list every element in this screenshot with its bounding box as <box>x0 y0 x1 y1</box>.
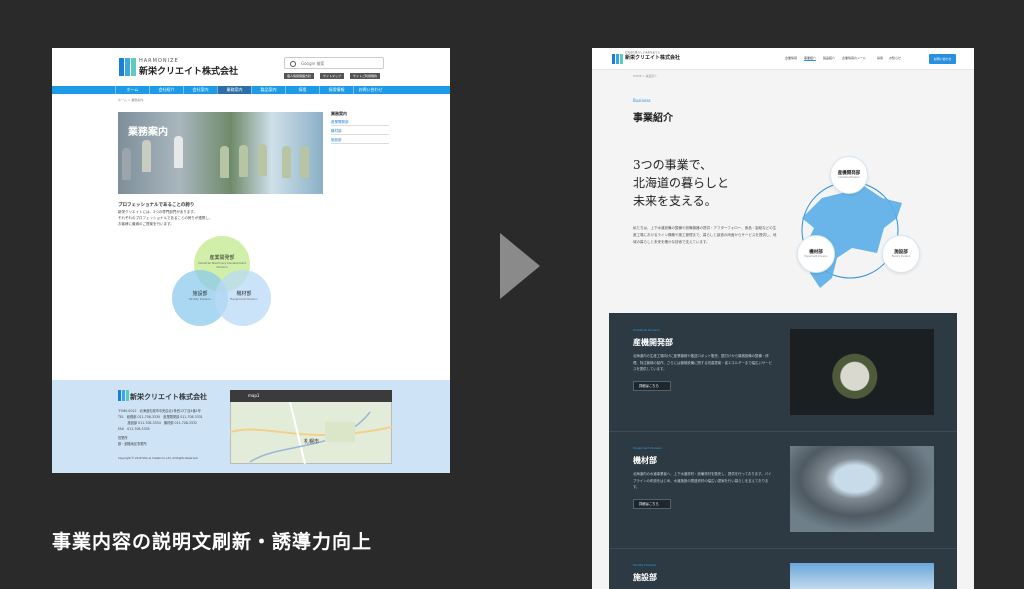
before-nav-item[interactable]: 業務案内 <box>217 86 251 94</box>
divider <box>609 431 957 432</box>
before-nav-item[interactable]: 採用 <box>285 86 319 94</box>
before-nav-item[interactable]: 会社案内 <box>183 86 217 94</box>
before-header <box>52 48 450 86</box>
catch-line: 未来を支える。 <box>633 194 717 208</box>
division-title: 施設部 <box>633 573 657 582</box>
before-paragraph: 新栄クリエイトには、3つの専門部門があります。 <box>118 210 197 214</box>
before-side-title: 業務案内 <box>331 111 347 116</box>
after-nav-item[interactable]: 事業紹介 <box>804 56 817 61</box>
before-side-item[interactable]: 産業開発部 <box>331 118 389 126</box>
division-detail-button[interactable]: 詳細はこちら <box>633 499 671 509</box>
worker-figure <box>258 144 267 176</box>
division-node[interactable]: 機材部 Equipment Division <box>797 235 835 273</box>
after-breadcrumb: HOME > 事業紹介 <box>633 74 657 78</box>
caption: 事業内容の説明文刷新・誘導力向上 <box>52 531 373 553</box>
before-nav-item[interactable]: お問い合わせ <box>353 86 387 94</box>
division-title: 機材部 <box>633 456 657 465</box>
before-search-input[interactable]: Google 検索 <box>284 57 384 69</box>
footer-brand: 新栄クリエイト株式会社 <box>130 393 207 401</box>
before-paragraph: お客様に最適のご提案を行います。 <box>118 222 174 226</box>
after-nav-item[interactable]: お知らせ <box>889 56 901 60</box>
worker-figure <box>122 148 131 180</box>
catch-line: 3つの事業で、 <box>633 158 713 172</box>
before-side-item[interactable]: 機材部 <box>331 127 389 135</box>
node-sub: Equipment Division <box>804 255 828 258</box>
division-title: 産機開発部 <box>633 338 673 347</box>
footer-line: TEL 総務部 011-708-3330 産業開発部 011-708-3331 <box>118 415 203 419</box>
after-nav-item[interactable]: 製品紹介 <box>823 56 835 60</box>
division-en-label: Industrial Division <box>633 328 660 332</box>
division-description: 北海道内の生産工場向けに産業機械や搬送ロボット販売、据付けから機械設備の整備・修… <box>633 354 773 371</box>
footer-branch-title: 営業所 <box>118 436 128 440</box>
worker-figure <box>220 146 229 178</box>
before-privacy-button[interactable]: 個人情報保護方針 <box>284 73 315 79</box>
footer-address: 〒060-0012 北海道札幌市中央区北1条西13丁目4番1号 <box>118 409 201 413</box>
before-logo-icon <box>119 58 136 76</box>
node-sub: Industrial Division <box>838 176 860 179</box>
before-nav-item[interactable]: 会社紹介 <box>149 86 183 94</box>
before-page: HARMONIZE 新栄クリエイト株式会社 Google 検索 個人情報保護方針… <box>52 48 450 473</box>
worker-figure <box>300 146 309 178</box>
node-sub: Facility Division <box>891 255 911 258</box>
catch-copy: 3つの事業で、 北海道の暮らしと 未来を支える。 <box>633 156 729 210</box>
division-image <box>790 329 934 415</box>
arrow-right-icon <box>500 233 540 299</box>
footer-line: FAX 011-708-3335 <box>118 427 150 431</box>
map-title: map1 <box>230 390 392 402</box>
division-description: 北海道内の水道事業者へ、上下水道資材・設備資材を販売し、提供を行っております。パ… <box>633 472 772 489</box>
map-roads <box>230 402 392 464</box>
before-brand-name: 新栄クリエイト株式会社 <box>139 67 239 77</box>
worker-figure <box>174 136 183 168</box>
section-en-label: Business <box>633 98 651 103</box>
after-nav-item[interactable]: 採用 <box>877 56 883 60</box>
worker-figure <box>282 146 291 178</box>
before-nav-item[interactable]: 採用情報 <box>319 86 353 94</box>
before-terms-button[interactable]: サイトご利用規約 <box>350 73 381 79</box>
division-image <box>790 563 934 589</box>
footer-branch: 釧・釧路地区事業所 <box>118 442 147 446</box>
division-en-label: Facility Division <box>633 563 657 567</box>
venn-sublabel: Equipment Division <box>230 297 258 301</box>
intro-text: 私たちは、上下水道設備の整備や設備機器の提供・アフターフォロー、食品・製紙などの… <box>633 226 777 244</box>
footer-line: 施設部 011-708-3334 機材部 011-708-3332 <box>118 421 198 425</box>
venn-sublabel: Industrial Machinery Development Divisio… <box>197 261 247 269</box>
worker-figure <box>239 145 248 177</box>
divider <box>609 548 957 549</box>
page-title: 事業紹介 <box>633 113 673 124</box>
after-nav-item[interactable]: 企業情報 <box>785 56 797 60</box>
catch-line: 北海道の暮らしと <box>633 176 730 190</box>
before-breadcrumb: ホーム > 業務案内 <box>118 98 144 102</box>
after-logo-icon <box>612 54 623 64</box>
before-heading: プロフェッショナルであることの誇り <box>118 203 195 208</box>
division-image <box>790 446 934 532</box>
map-city-label: 札幌市 <box>304 439 320 445</box>
after-nav-item[interactable]: 企業情報のメール <box>842 56 866 60</box>
before-hero-title: 業務案内 <box>128 127 168 138</box>
footer-logo-icon <box>118 390 129 401</box>
division-node[interactable]: 産機開発部 Industrial Division <box>830 156 868 194</box>
venn-label: 機材部 <box>236 291 252 297</box>
before-sitemap-button[interactable]: サイトマップ <box>320 73 345 79</box>
after-page: 北海道の暮らしと未来を支える 新栄クリエイト株式会社 企業情報 事業紹介 製品紹… <box>592 48 974 589</box>
contact-button[interactable]: お問い合わせ <box>929 54 956 64</box>
before-nav-item[interactable]: ホーム <box>115 86 149 94</box>
division-en-label: Equipment Division <box>633 446 663 450</box>
before-side-item[interactable]: 施設部 <box>331 136 389 144</box>
worker-figure <box>142 140 151 172</box>
before-paragraph: それぞれのプロフェッショナルであることの誇りが連携し、 <box>118 216 213 220</box>
before-nav-item[interactable]: 製品案内 <box>251 86 285 94</box>
after-brand-name: 新栄クリエイト株式会社 <box>625 55 681 61</box>
before-nav: ホーム 会社紹介 会社案内 業務案内 製品案内 採用 採用情報 お問い合わせ <box>52 86 450 94</box>
venn-label: 産業開発部 <box>209 255 235 261</box>
division-detail-button[interactable]: 詳細はこちら <box>633 381 671 391</box>
division-node[interactable]: 施設部 Facility Division <box>882 235 920 273</box>
footer-copyright: Copyright © 2019 Shin-ei Create Co.,Ltd.… <box>118 457 199 460</box>
